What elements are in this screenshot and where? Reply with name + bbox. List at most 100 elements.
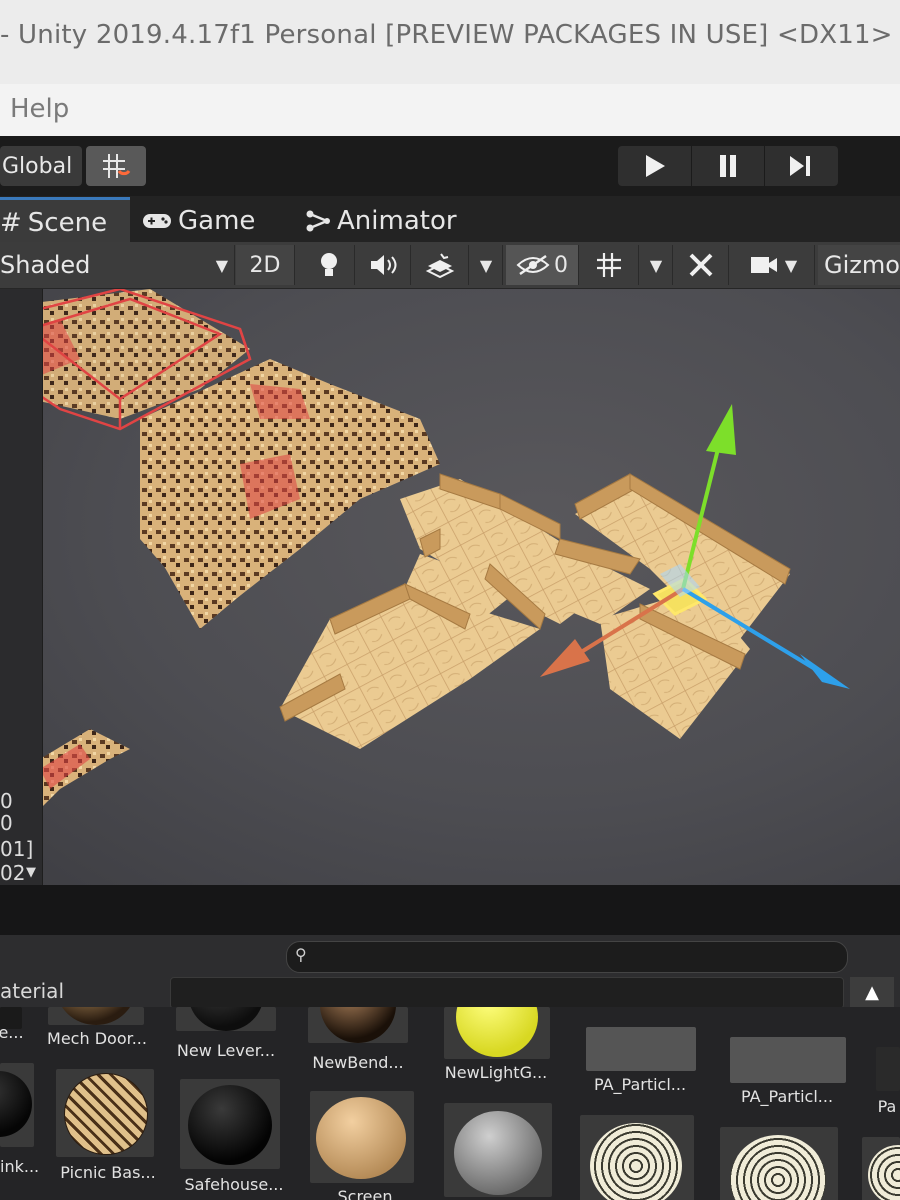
asset-item[interactable] xyxy=(720,1127,842,1200)
hidden-object-count: 0 xyxy=(554,252,568,278)
chevron-down-icon: ▼ xyxy=(215,255,228,275)
project-search-field[interactable]: ⚲ xyxy=(286,941,848,973)
toggle-2d-label: 2D xyxy=(249,252,281,278)
menu-bar: Help xyxy=(0,84,900,136)
asset-label: ink... xyxy=(0,1157,38,1176)
tab-game[interactable]: Game xyxy=(142,200,292,242)
tab-game-label: Game xyxy=(178,206,256,236)
tab-scene[interactable]: # Scene xyxy=(0,197,130,245)
tab-animator-label: Animator xyxy=(337,206,457,236)
asset-item[interactable]: Pa xyxy=(872,1007,900,1117)
speaker-icon xyxy=(371,255,397,275)
shapes-icon: ▲ xyxy=(865,981,879,1003)
gizmo-y-arrow-icon[interactable] xyxy=(706,404,736,455)
strip-line: 02 xyxy=(0,861,26,885)
camera-icon xyxy=(750,257,777,273)
grid-dropdown-arrow[interactable]: ▼ xyxy=(640,245,673,285)
chevron-down-icon: ▼ xyxy=(479,255,493,275)
asset-item[interactable]: PA_Particl... xyxy=(726,1007,850,1107)
asset-item[interactable] xyxy=(580,1115,698,1200)
tools-icon xyxy=(689,253,713,277)
asset-label: PA_Particl... xyxy=(740,1087,834,1106)
asset-item[interactable]: e... xyxy=(0,1007,30,1067)
window-title: - Unity 2019.4.17f1 Personal [PREVIEW PA… xyxy=(0,20,893,50)
gizmos-dropdown[interactable]: Gizmo xyxy=(818,245,900,285)
grid-visibility-toggle[interactable] xyxy=(582,245,639,285)
grid-snap-button[interactable] xyxy=(86,146,146,186)
hidden-eye-icon xyxy=(516,254,550,276)
main-toolbar: Global xyxy=(0,136,900,196)
scene-visibility-toggle[interactable]: 0 xyxy=(506,245,579,285)
asset-item[interactable]: NewLightG... xyxy=(440,1007,556,1083)
asset-item[interactable] xyxy=(444,1103,556,1200)
pause-button[interactable] xyxy=(692,146,765,186)
tab-animator[interactable]: Animator xyxy=(305,200,505,242)
asset-label: PA_Particl... xyxy=(593,1075,687,1094)
left-panel-edge: 0 0 01] 02 ▼ xyxy=(0,289,43,885)
scene-lighting-toggle[interactable] xyxy=(304,245,355,285)
debris-object xyxy=(40,729,130,809)
asset-item[interactable]: NewBend... xyxy=(304,1007,416,1072)
search-input[interactable] xyxy=(317,944,821,970)
asset-label: New Lever... xyxy=(176,1041,276,1060)
menu-help[interactable]: Help xyxy=(10,94,69,124)
asset-item[interactable] xyxy=(862,1137,900,1200)
tab-scene-label: Scene xyxy=(27,207,108,238)
gizmo-z-arrow-icon[interactable] xyxy=(800,654,850,689)
playmode-controls xyxy=(618,146,838,186)
asset-label: NewBend... xyxy=(312,1053,404,1072)
scene-effects-toggle[interactable] xyxy=(412,245,469,285)
asset-item[interactable]: ink... xyxy=(0,1063,40,1183)
shading-mode-label: Shaded xyxy=(0,251,91,279)
scene-viewport[interactable] xyxy=(0,289,900,885)
gizmos-label: Gizmo xyxy=(824,251,900,279)
chevron-down-icon: ▼ xyxy=(784,255,798,275)
asset-label: Pa xyxy=(877,1097,897,1116)
effects-dropdown-arrow[interactable]: ▼ xyxy=(470,245,503,285)
asset-item[interactable]: Mech Door... xyxy=(44,1007,154,1067)
editor-tools-button[interactable] xyxy=(676,245,729,285)
asset-label: Screen xyxy=(337,1187,393,1200)
chevron-down-icon: ▼ xyxy=(649,255,663,275)
asset-item[interactable]: Screen xyxy=(310,1091,420,1200)
pivot-space-label: Global xyxy=(2,153,73,179)
gamepad-icon xyxy=(143,214,171,228)
asset-label: NewLightG... xyxy=(444,1063,548,1082)
editor-tabs: # Scene Game Animator xyxy=(0,196,900,245)
pause-icon xyxy=(720,155,736,177)
asset-item[interactable]: Safehouse... xyxy=(180,1079,288,1199)
scene-camera-dropdown[interactable]: ▼ xyxy=(732,245,815,285)
scene-geometry xyxy=(0,289,850,809)
step-icon xyxy=(790,156,810,176)
chevron-down-icon[interactable]: ▼ xyxy=(26,865,36,880)
pivot-space-toggle[interactable]: Global xyxy=(0,146,82,186)
hash-icon: # xyxy=(0,207,22,238)
strip-line: 0 xyxy=(0,789,13,813)
asset-label: e... xyxy=(0,1023,24,1042)
asset-label: Mech Door... xyxy=(47,1029,147,1048)
asset-item[interactable]: PA_Particl... xyxy=(582,1007,700,1097)
toggle-2d-button[interactable]: 2D xyxy=(236,245,295,285)
grid-snap-icon xyxy=(103,154,131,178)
asset-grid: e... Mech Door... New Lever... NewBend..… xyxy=(0,1007,900,1200)
folder-label: aterial xyxy=(0,979,64,1003)
play-button[interactable] xyxy=(619,146,692,186)
scene-view-toolbar: Shaded ▼ 2D ▼ 0 ▼ ▼ Gizmo xyxy=(0,242,900,289)
step-button[interactable] xyxy=(765,146,837,186)
asset-label: Picnic Bas... xyxy=(60,1163,156,1182)
filter-bar[interactable] xyxy=(170,977,844,1009)
asset-item[interactable]: New Lever... xyxy=(172,1007,282,1067)
strip-line: 0 xyxy=(0,811,13,835)
asset-type-filter-button[interactable]: ▲ xyxy=(850,977,894,1007)
shading-mode-dropdown[interactable]: Shaded ▼ xyxy=(0,245,235,285)
scene-audio-toggle[interactable] xyxy=(358,245,411,285)
asset-item[interactable]: Picnic Bas... xyxy=(56,1069,160,1189)
search-icon: ⚲ xyxy=(295,945,307,964)
filter-row: aterial ▲ xyxy=(0,977,900,1009)
project-toolbar: ⚲ aterial ▲ xyxy=(0,935,900,1009)
gizmo-x-arrow-icon[interactable] xyxy=(540,639,590,677)
window-title-bar: - Unity 2019.4.17f1 Personal [PREVIEW PA… xyxy=(0,0,900,84)
grid-icon xyxy=(597,253,621,277)
effects-layers-icon xyxy=(425,253,455,278)
panel-divider xyxy=(0,885,900,935)
